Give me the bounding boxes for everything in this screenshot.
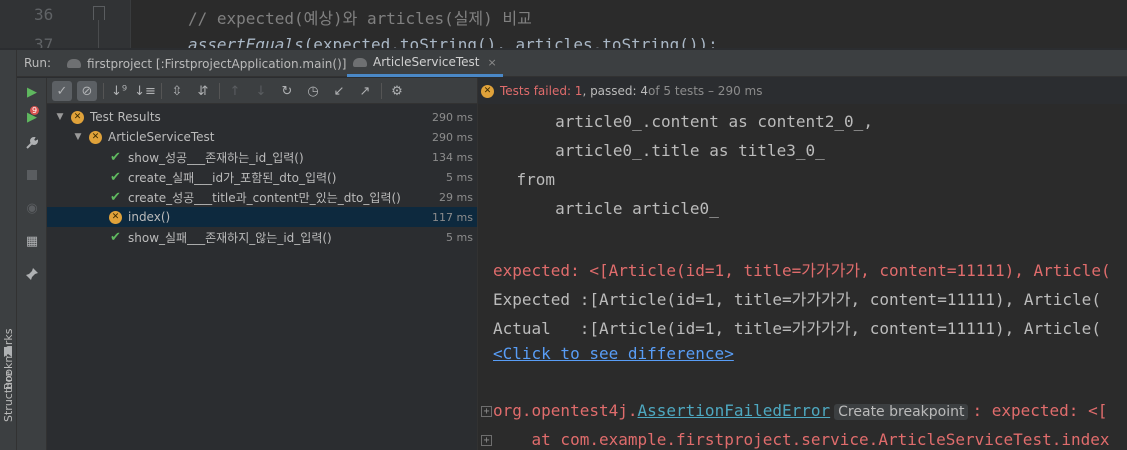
line-number: 36: [34, 5, 54, 24]
rerun-automatically-icon[interactable]: ↻: [277, 81, 297, 101]
console-actual-line: Actual :[Article(id=1, title=가가가가, conte…: [493, 319, 1101, 338]
tree-row-test-method-selected[interactable]: ✕ index() 117 ms: [47, 207, 477, 227]
sort-by-duration-icon[interactable]: ↓≡: [134, 81, 156, 101]
expand-all-icon[interactable]: ⇳: [167, 81, 187, 101]
passed-check-icon: ✔: [110, 189, 121, 205]
summary-failed: Tests failed: 1: [500, 84, 583, 98]
tree-row-test-method[interactable]: ✔ show_실패___존재하지_않는_id_입력() 5 ms: [47, 227, 477, 247]
tree-row-test-method[interactable]: ✔ show_성공___존재하는_id_입력() 134 ms: [47, 147, 477, 167]
export-results-icon[interactable]: ↗: [355, 81, 375, 101]
expand-plus-icon[interactable]: +: [481, 406, 492, 417]
show-ignored-icon[interactable]: ⊘: [77, 81, 97, 101]
tab-firstproject-application[interactable]: firstproject [:FirstprojectApplication.m…: [61, 50, 352, 77]
run-vertical-toolbar: ▶ ▶ 9 ◉ ▦: [17, 78, 47, 450]
spring-run-icon: [67, 59, 81, 68]
close-tab-icon[interactable]: ×: [487, 56, 496, 69]
fold-marker-icon[interactable]: [93, 6, 105, 20]
editor-gutter: [0, 0, 130, 48]
console-line: article article0_: [478, 199, 719, 218]
test-history-icon[interactable]: ◷: [303, 81, 323, 101]
create-breakpoint-tooltip: Create breakpoint: [834, 404, 969, 420]
click-to-see-difference-link[interactable]: <Click to see difference>: [493, 344, 734, 363]
console-stack-line[interactable]: at com.example.firstproject.service.Arti…: [493, 430, 1110, 449]
tree-row-test-method[interactable]: ✔ create_실패___id가_포함된_dto_입력() 5 ms: [47, 167, 477, 187]
pin-icon[interactable]: [24, 266, 40, 282]
test-run-icon: [353, 57, 367, 67]
settings-gear-icon[interactable]: ⚙: [387, 81, 407, 101]
failed-status-icon: ✕: [481, 84, 494, 98]
code-line[interactable]: assertEquals(expected.toString(), articl…: [188, 35, 718, 48]
exception-class-link[interactable]: AssertionFailedError: [638, 401, 831, 420]
previous-failed-icon[interactable]: ↑: [225, 81, 245, 101]
next-failed-icon[interactable]: ↓: [251, 81, 271, 101]
failed-status-icon: ✕: [109, 210, 122, 224]
layout-icon[interactable]: ▦: [24, 233, 40, 249]
test-runner-toolbar: ✓ ⊘ ↓⁹ ↓≡ ⇳ ⇵ ↑ ↓ ↻ ◷ ↙ ↗ ⚙: [47, 78, 477, 104]
code-editor[interactable]: 36 37 // expected(예상)와 articles(실제) 비교 a…: [0, 0, 1127, 48]
summary-passed: , passed: 4: [582, 84, 649, 98]
run-icon[interactable]: ▶: [24, 84, 40, 100]
tree-row-test-results[interactable]: ▼ ✕ Test Results 290 ms: [47, 107, 477, 127]
test-summary-bar: ✕ Tests failed: 1 , passed: 4 of 5 tests…: [478, 78, 1127, 104]
stop-icon[interactable]: [24, 167, 40, 183]
failed-status-icon: ✕: [71, 110, 84, 124]
chevron-down-icon[interactable]: ▼: [73, 132, 83, 142]
passed-check-icon: ✔: [110, 169, 121, 185]
import-tests-icon[interactable]: ↙: [329, 81, 349, 101]
console-line: article0_.title as title3_0_: [478, 141, 825, 160]
tree-row-article-service-test[interactable]: ▼ ✕ ArticleServiceTest 290 ms: [47, 127, 477, 147]
console-expected-line: Expected :[Article(id=1, title=가가가가, con…: [493, 290, 1101, 309]
wrench-icon[interactable]: [24, 135, 40, 151]
sort-alphabetically-icon[interactable]: ↓⁹: [109, 81, 129, 101]
summary-total: of 5 tests – 290 ms: [648, 84, 763, 98]
collapse-all-icon[interactable]: ⇵: [193, 81, 213, 101]
console-error-line: expected: <[Article(id=1, title=가가가가, co…: [493, 261, 1111, 280]
tab-article-service-test[interactable]: ArticleServiceTest ×: [347, 50, 503, 77]
rerun-failed-icon[interactable]: ▶ 9: [24, 106, 40, 125]
passed-check-icon: ✔: [110, 229, 121, 245]
expand-plus-icon[interactable]: +: [481, 435, 492, 446]
failed-status-icon: ✕: [89, 130, 102, 144]
line-number: 37: [34, 35, 54, 48]
console-line: from: [478, 170, 556, 189]
rerun-badge: 9: [30, 106, 40, 115]
run-tab-bar: Run: firstproject [:FirstprojectApplicat…: [17, 50, 1127, 77]
test-results-tree: ▼ ✕ Test Results 290 ms ▼ ✕ ArticleServi…: [47, 105, 477, 450]
console-exception-line: org.opentest4j.AssertionFailedError Creat…: [493, 401, 1108, 420]
passed-check-icon: ✔: [110, 149, 121, 165]
run-label: Run:: [24, 56, 52, 70]
show-passed-icon[interactable]: ✓: [52, 81, 72, 101]
chevron-down-icon[interactable]: ▼: [55, 112, 65, 122]
code-line[interactable]: // expected(예상)와 articles(실제) 비교: [188, 5, 532, 29]
console-output[interactable]: article0_.content as content2_0_, articl…: [478, 104, 1127, 450]
side-tool-stripe: Bookmarks Structure: [0, 50, 17, 450]
tree-row-test-method[interactable]: ✔ create_성공___title과_content만_있는_dto_입력(…: [47, 187, 477, 207]
eye-icon[interactable]: ◉: [24, 200, 40, 216]
run-tool-window: Run: firstproject [:FirstprojectApplicat…: [17, 50, 1127, 450]
console-line: article0_.content as content2_0_,: [478, 112, 873, 131]
